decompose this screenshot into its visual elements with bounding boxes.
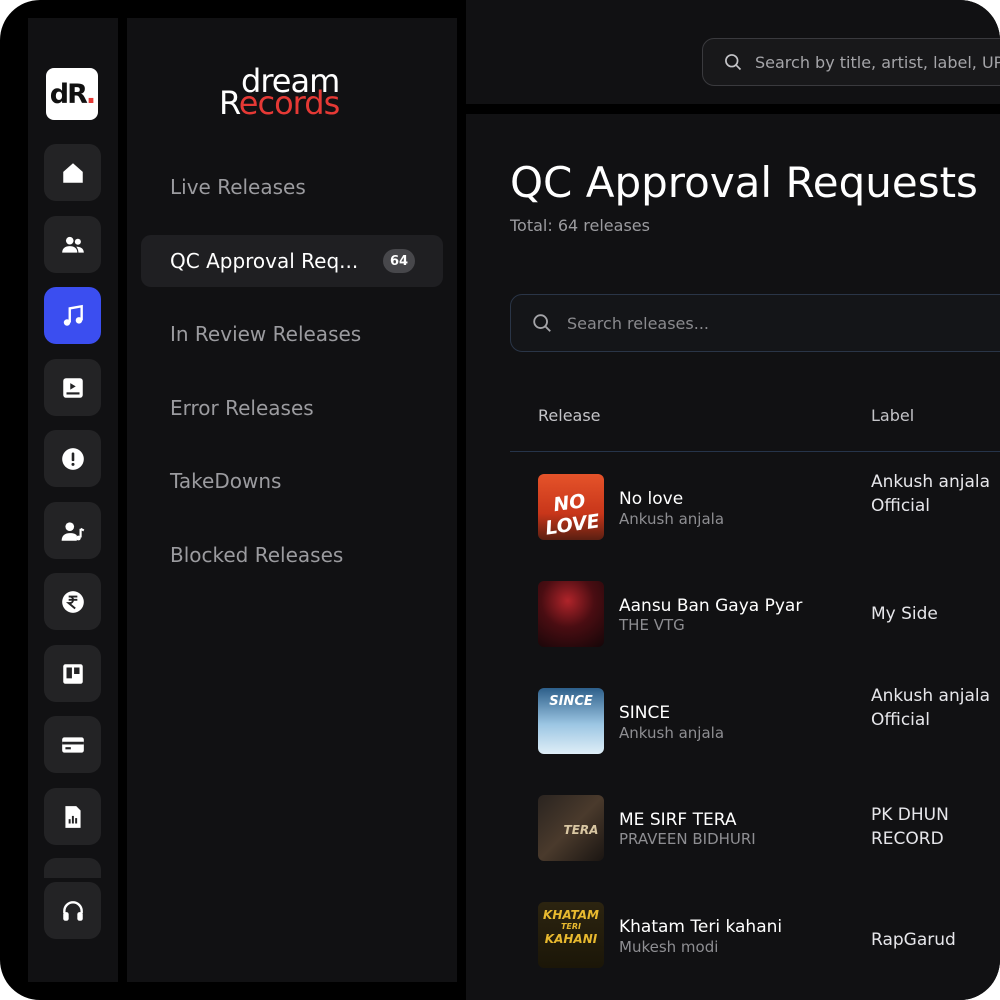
rail-errors-button[interactable]: [44, 430, 101, 487]
release-label: RapGarud: [871, 930, 956, 950]
cover-art-text: KHATAM: [543, 908, 599, 922]
rail-home-button[interactable]: [44, 144, 101, 201]
album-cover: KHATAM TERI KAHANI: [538, 902, 604, 968]
card-icon: [61, 736, 84, 753]
table-row[interactable]: KHATAM TERI KAHANI Khatam Teri kahani Mu…: [510, 898, 1000, 998]
brand-logo[interactable]: dream Records: [219, 62, 379, 142]
main-content: QC Approval Requests Total: 64 releases …: [466, 114, 1000, 1000]
page-title: QC Approval Requests: [510, 158, 978, 207]
album-cover: NO LOVE: [538, 474, 604, 540]
nav-label: TakeDowns: [170, 469, 282, 493]
cover-art-text: SINCE: [549, 694, 593, 709]
release-label: Ankush anjala Official: [871, 472, 991, 516]
cover-art-text: TERI: [560, 922, 582, 931]
cover-art-text: KAHANI: [544, 932, 598, 946]
brand-letter-r: R: [219, 84, 240, 122]
nav-label: QC Approval Req...: [170, 249, 359, 273]
icon-rail: dR.: [28, 18, 118, 982]
album-cover: SINCE: [538, 688, 604, 754]
release-title: Khatam Teri kahani: [619, 917, 783, 937]
nav-qc-approval[interactable]: QC Approval Req... 64: [141, 235, 443, 287]
release-artist: THE VTG: [619, 616, 685, 634]
rail-music-button[interactable]: [44, 287, 101, 344]
nav-error-releases[interactable]: Error Releases: [141, 382, 443, 434]
column-header-release[interactable]: Release: [538, 406, 601, 425]
search-icon: [533, 314, 551, 332]
album-cover: [538, 581, 604, 647]
rupee-icon: [61, 590, 84, 613]
global-search-input[interactable]: [755, 52, 1000, 72]
release-label: My Side: [871, 604, 938, 624]
rail-support-button[interactable]: [44, 882, 101, 939]
release-title: SINCE: [619, 703, 671, 723]
release-artist: Ankush anjala: [619, 510, 725, 528]
app-logo[interactable]: dR.: [46, 68, 98, 120]
artist-icon: [61, 521, 84, 541]
users-icon: [61, 236, 84, 253]
release-artist: PRAVEEN BIDHURI: [619, 830, 756, 848]
nav-in-review[interactable]: In Review Releases: [141, 308, 443, 360]
album-cover: TERA: [538, 795, 604, 861]
release-title: No love: [619, 489, 684, 509]
top-bar: [466, 0, 1000, 104]
release-artist: Mukesh modi: [619, 938, 719, 956]
rail-payments-button[interactable]: [44, 716, 101, 773]
rail-partial-button[interactable]: [44, 858, 101, 878]
board-icon: [62, 663, 83, 684]
global-search[interactable]: [702, 38, 1000, 86]
table-row[interactable]: SINCE SINCE Ankush anjala Ankush anjala …: [510, 684, 1000, 784]
rail-video-button[interactable]: [44, 359, 101, 416]
brand-line-2: Records: [219, 84, 340, 122]
nav-takedowns[interactable]: TakeDowns: [141, 455, 443, 507]
logo-letter-r: R: [67, 78, 88, 110]
nav-label: In Review Releases: [170, 322, 362, 346]
rail-artists-button[interactable]: [44, 502, 101, 559]
releases-subnav: dream Records Live Releases QC Approval …: [127, 18, 457, 982]
alert-icon: [61, 447, 84, 470]
report-icon: [64, 805, 81, 828]
music-icon: [63, 304, 83, 326]
release-search-input[interactable]: [567, 313, 987, 333]
logo-dot: .: [85, 78, 96, 110]
release-title: ME SIRF TERA: [619, 810, 737, 830]
nav-blocked-releases[interactable]: Blocked Releases: [141, 529, 443, 581]
rail-reports-button[interactable]: [44, 788, 101, 845]
table-row[interactable]: Aansu Ban Gaya Pyar THE VTG My Side: [510, 577, 1000, 677]
rail-royalty-button[interactable]: [44, 573, 101, 630]
nav-label: Error Releases: [170, 396, 314, 420]
release-title: Aansu Ban Gaya Pyar: [619, 596, 803, 616]
brand-word-ecords: ecords: [238, 84, 340, 122]
table-row[interactable]: NO LOVE No love Ankush anjala Ankush anj…: [510, 470, 1000, 570]
headphones-icon: [62, 900, 83, 921]
nav-label: Blocked Releases: [170, 543, 344, 567]
count-badge: 64: [383, 249, 415, 273]
logo-letter-d: d: [49, 78, 69, 110]
header-divider: [510, 451, 1000, 452]
release-artist: Ankush anjala: [619, 724, 725, 742]
release-count: Total: 64 releases: [510, 216, 650, 235]
cover-art-text: TERA: [563, 823, 599, 837]
nav-live-releases[interactable]: Live Releases: [141, 161, 443, 213]
cover-art-text: NO LOVE: [543, 489, 602, 540]
video-icon: [62, 377, 83, 398]
column-header-label[interactable]: Label: [871, 406, 914, 425]
home-icon: [62, 162, 83, 183]
release-label: Ankush anjala Official: [871, 686, 991, 730]
app-window: dR. dream Records Live Releases QC Appro…: [0, 0, 1000, 1000]
nav-label: Live Releases: [170, 175, 306, 199]
release-label: PK DHUN RECORD: [871, 805, 949, 849]
rail-users-button[interactable]: [44, 216, 101, 273]
release-search[interactable]: [510, 294, 1000, 352]
table-row[interactable]: TERA ME SIRF TERA PRAVEEN BIDHURI PK DHU…: [510, 791, 1000, 891]
rail-board-button[interactable]: [44, 645, 101, 702]
search-icon: [725, 54, 742, 71]
